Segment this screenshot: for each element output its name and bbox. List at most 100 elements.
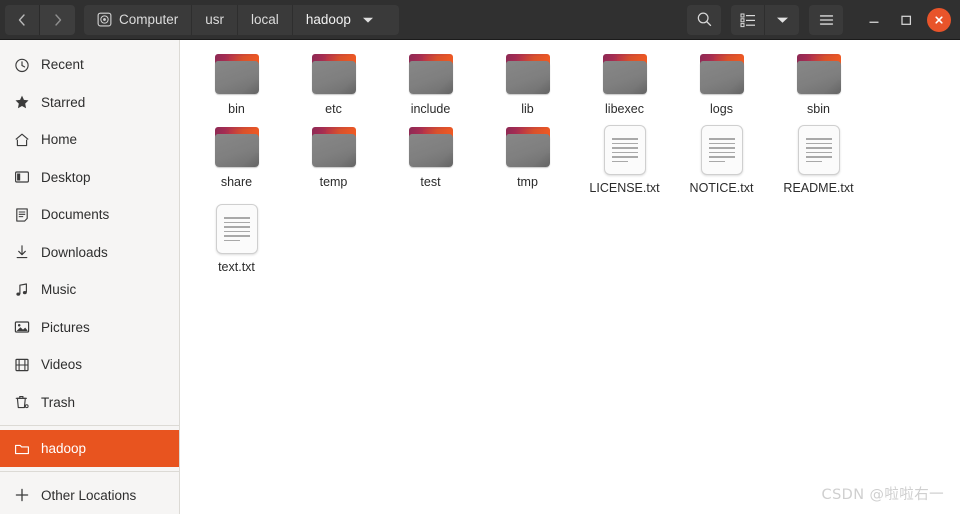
- chevron-right-icon: [54, 13, 61, 26]
- breadcrumb-item-computer[interactable]: Computer: [84, 4, 193, 35]
- breadcrumb-item-local[interactable]: local: [238, 4, 293, 35]
- star-icon: [13, 94, 30, 111]
- folder-icon: [601, 52, 649, 96]
- file-item-share[interactable]: share: [188, 119, 285, 198]
- chevron-left-icon: [18, 13, 25, 26]
- sidebar-item-desktop[interactable]: Desktop: [0, 159, 179, 197]
- minimize-icon: [869, 21, 879, 23]
- download-icon: [13, 244, 30, 261]
- sidebar-item-label: Videos: [41, 357, 83, 373]
- folder-icon: [310, 52, 358, 96]
- text-file-icon: [215, 204, 258, 254]
- back-button[interactable]: [5, 4, 40, 35]
- sidebar-item-label: Downloads: [41, 244, 108, 260]
- file-item-test[interactable]: test: [382, 119, 479, 198]
- sidebar-item-pictures[interactable]: Pictures: [0, 309, 179, 347]
- search-button[interactable]: [687, 4, 721, 35]
- breadcrumb-dropdown-button[interactable]: [358, 5, 386, 35]
- watermark: CSDN @啦啦右一: [821, 487, 944, 503]
- breadcrumb-item-usr[interactable]: usr: [192, 4, 239, 35]
- file-label: bin: [228, 102, 245, 116]
- header-left: Computer usr local hadoop: [5, 4, 399, 35]
- file-item-include[interactable]: include: [382, 46, 479, 119]
- text-file-icon: [700, 125, 743, 175]
- sidebar-item-label: Starred: [41, 94, 86, 110]
- text-file-icon: [603, 125, 646, 175]
- folder-icon: [13, 440, 30, 457]
- sidebar-separator: [0, 471, 179, 473]
- file-label: include: [410, 102, 451, 116]
- file-item-logs[interactable]: logs: [673, 46, 770, 119]
- file-item-temp[interactable]: temp: [285, 119, 382, 198]
- file-item-sbin[interactable]: sbin: [770, 46, 867, 119]
- file-label: text.txt: [218, 260, 255, 274]
- file-label: logs: [710, 102, 733, 116]
- file-label: LICENSE.txt: [589, 181, 660, 195]
- sidebar-item-label: Desktop: [41, 169, 91, 185]
- view-options-button[interactable]: [765, 4, 799, 35]
- file-label: share: [220, 175, 253, 189]
- sidebar-item-label: Home: [41, 132, 78, 148]
- file-item-lib[interactable]: lib: [479, 46, 576, 119]
- disk-icon: [97, 12, 112, 27]
- window-controls: [859, 5, 955, 35]
- file-view[interactable]: bin etc include lib libexec logs sbin sh…: [180, 40, 960, 514]
- file-item-text-txt[interactable]: text.txt: [188, 198, 285, 277]
- breadcrumb-label: Computer: [119, 12, 179, 27]
- forward-button[interactable]: [40, 4, 75, 35]
- sidebar-item-other-locations[interactable]: Other Locations: [0, 476, 179, 514]
- maximize-button[interactable]: [891, 5, 921, 35]
- folder-icon: [213, 125, 261, 169]
- sidebar-item-home[interactable]: Home: [0, 121, 179, 159]
- file-label: temp: [319, 175, 348, 189]
- file-label: README.txt: [783, 181, 854, 195]
- folder-icon: [407, 52, 455, 96]
- window-body: Recent Starred Home Desktop Documents Do…: [0, 40, 960, 514]
- file-label: etc: [325, 102, 342, 116]
- close-icon: [935, 15, 943, 24]
- file-item-notice-txt[interactable]: NOTICE.txt: [673, 119, 770, 198]
- file-manager-window: Computer usr local hadoop Recent Starred…: [0, 0, 960, 514]
- sidebar-item-trash[interactable]: Trash: [0, 384, 179, 422]
- close-button[interactable]: [927, 7, 951, 32]
- file-label: tmp: [517, 175, 538, 189]
- file-item-readme-txt[interactable]: README.txt: [770, 119, 867, 198]
- video-icon: [13, 356, 30, 373]
- file-item-tmp[interactable]: tmp: [479, 119, 576, 198]
- sidebar-item-label: Trash: [41, 394, 76, 410]
- sidebar-item-downloads[interactable]: Downloads: [0, 234, 179, 272]
- list-view-icon: [740, 13, 755, 27]
- desktop-icon: [13, 169, 30, 186]
- folder-icon: [407, 125, 455, 169]
- sidebar: Recent Starred Home Desktop Documents Do…: [0, 40, 180, 514]
- file-item-bin[interactable]: bin: [188, 46, 285, 119]
- header-right: [687, 4, 955, 35]
- view-controls: [731, 4, 799, 35]
- sidebar-separator: [0, 425, 179, 426]
- main-menu-button[interactable]: [809, 4, 843, 35]
- picture-icon: [13, 319, 30, 336]
- breadcrumb-item-hadoop[interactable]: hadoop: [293, 5, 399, 35]
- sidebar-item-videos[interactable]: Videos: [0, 346, 179, 384]
- file-item-license-txt[interactable]: LICENSE.txt: [576, 119, 673, 198]
- hamburger-menu-icon: [819, 14, 833, 25]
- sidebar-item-music[interactable]: Music: [0, 271, 179, 309]
- file-item-etc[interactable]: etc: [285, 46, 382, 119]
- file-label: libexec: [605, 102, 644, 116]
- sidebar-item-recent[interactable]: Recent: [0, 46, 179, 84]
- plus-icon: [13, 487, 30, 504]
- home-icon: [13, 131, 30, 148]
- music-icon: [13, 281, 30, 298]
- breadcrumb-label: usr: [205, 12, 225, 27]
- sidebar-item-starred[interactable]: Starred: [0, 84, 179, 122]
- folder-icon: [504, 52, 552, 96]
- file-item-libexec[interactable]: libexec: [576, 46, 673, 119]
- text-file-icon: [797, 125, 840, 175]
- file-label: lib: [521, 102, 534, 116]
- minimize-button[interactable]: [859, 5, 889, 35]
- sidebar-item-documents[interactable]: Documents: [0, 196, 179, 234]
- file-label: test: [420, 175, 441, 189]
- file-label: NOTICE.txt: [689, 181, 754, 195]
- list-view-button[interactable]: [731, 4, 765, 35]
- sidebar-item-hadoop[interactable]: hadoop: [0, 429, 179, 468]
